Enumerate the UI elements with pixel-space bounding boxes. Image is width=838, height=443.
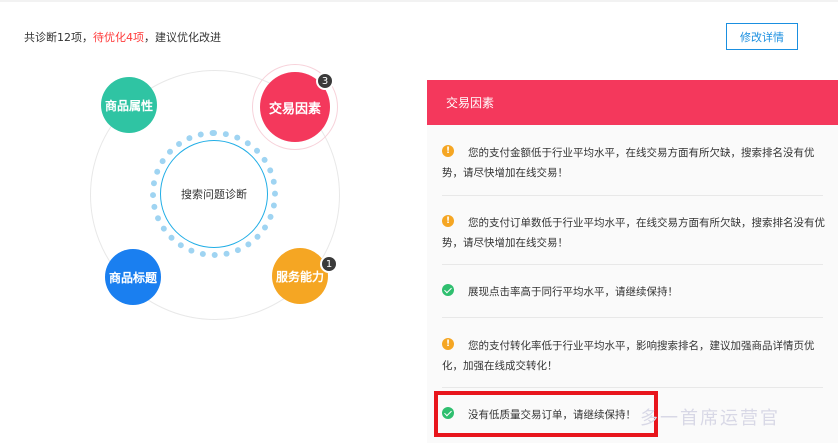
issue-divider: [442, 387, 823, 388]
issue-item: 您的支付转化率低于行业平均水平，影响搜索排名，建议加强商品详情页优化，加强在线成…: [442, 334, 828, 376]
issue-divider: [442, 317, 823, 318]
summary-prefix: 共诊断12项，: [24, 31, 93, 44]
warning-icon: [442, 211, 454, 231]
issue-item: 您的支付金额低于行业平均水平，在线交易方面有所欠缺，搜索排名没有优势，请尽快增加…: [442, 141, 828, 183]
top-divider: [0, 0, 838, 2]
panel-title: 交易因素: [446, 96, 495, 110]
center-label: 搜索问题诊断: [181, 188, 247, 201]
issue-divider: [442, 195, 823, 196]
trade-factors-panel: 交易因素 您的支付金额低于行业平均水平，在线交易方面有所欠缺，搜索排名没有优势，…: [427, 80, 838, 443]
edit-details-button[interactable]: 修改详情: [726, 23, 798, 50]
node-service-capability-label: 服务能力: [275, 269, 324, 284]
issue-item: 展现点击率高于同行平均水平，请继续保持！: [442, 282, 828, 302]
node-product-title-label: 商品标题: [108, 270, 157, 285]
node-service-capability[interactable]: 服务能力: [272, 248, 328, 304]
issue-text: 展现点击率高于同行平均水平，请继续保持！: [468, 286, 678, 298]
diagnosis-summary: 共诊断12项，待优化4项，建议优化改进: [24, 29, 221, 45]
node-product-title[interactable]: 商品标题: [105, 249, 161, 305]
highlight-annotation-box: [434, 391, 658, 437]
service-issue-count-badge: 1: [320, 255, 338, 273]
warning-icon: [442, 141, 454, 161]
node-product-attributes-label: 商品属性: [104, 98, 153, 113]
watermark-text: 多一首席运营官: [640, 408, 780, 429]
issue-text: 您的支付金额低于行业平均水平，在线交易方面有所欠缺，搜索排名没有优势，请尽快增加…: [442, 147, 815, 179]
diagnosis-diagram: 搜索问题诊断 商品属性 交易因素 3 商品标题 服务能力 1: [80, 60, 380, 360]
summary-pending-count[interactable]: 待优化4项: [93, 31, 144, 44]
trade-issue-count-badge: 3: [316, 72, 334, 90]
check-icon: [442, 284, 454, 296]
node-trade-factors-label: 交易因素: [268, 101, 321, 117]
issue-divider: [442, 264, 823, 265]
panel-header: 交易因素: [427, 80, 838, 125]
summary-suffix: ，建议优化改进: [144, 31, 221, 44]
issue-item: 您的支付订单数低于行业平均水平，在线交易方面有所欠缺，搜索排名没有优势，请尽快增…: [442, 211, 828, 253]
node-product-attributes[interactable]: 商品属性: [101, 77, 157, 133]
warning-icon: [442, 334, 454, 354]
center-circle: 搜索问题诊断: [160, 140, 268, 248]
issue-text: 您的支付转化率低于行业平均水平，影响搜索排名，建议加强商品详情页优化，加强在线成…: [442, 340, 815, 372]
issue-text: 您的支付订单数低于行业平均水平，在线交易方面有所欠缺，搜索排名没有优势，请尽快增…: [442, 217, 825, 249]
